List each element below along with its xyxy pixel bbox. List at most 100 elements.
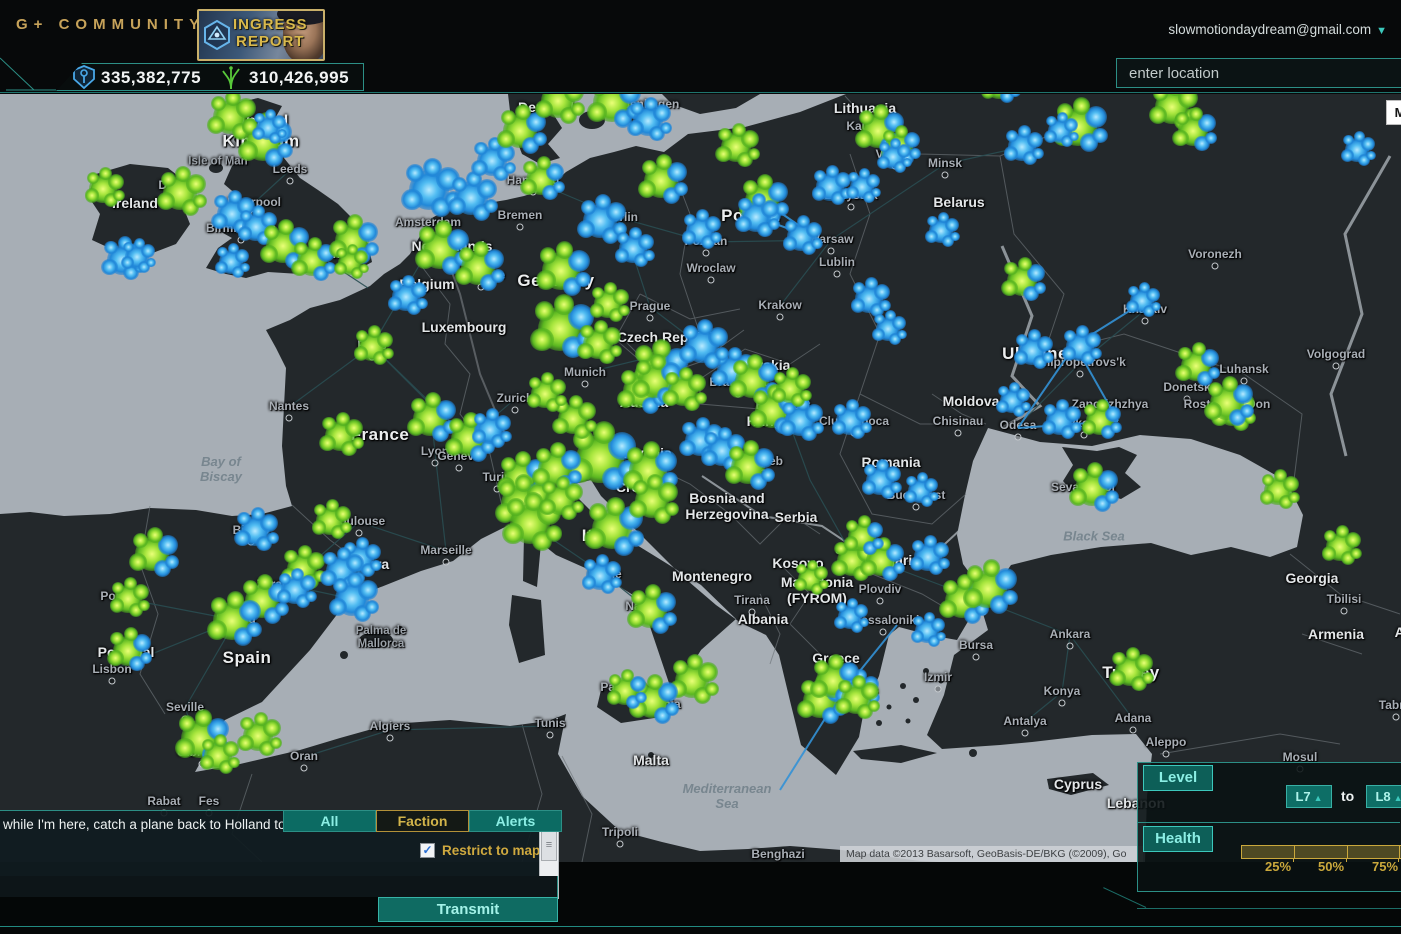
portal-splat [1009, 382, 1020, 393]
health-slider[interactable] [1241, 845, 1401, 859]
tab-faction[interactable]: Faction [376, 810, 469, 832]
portal-splat [435, 220, 453, 238]
portal-splat [938, 558, 949, 569]
portal-splat [865, 277, 878, 290]
portal-splat [354, 346, 368, 360]
portal-splat [530, 328, 553, 351]
portal-splat [862, 480, 876, 494]
portal-splat [507, 498, 525, 516]
portal-splat [696, 209, 709, 222]
portal-splat [996, 400, 1009, 413]
portal-splat [859, 110, 874, 125]
portal-splat [368, 325, 381, 338]
portal-splat [650, 354, 666, 370]
portal-splat [877, 156, 890, 169]
tab-alerts[interactable]: Alerts [469, 810, 562, 832]
portal-splat [872, 538, 883, 549]
portal-splat [546, 525, 563, 542]
portal-splat [1204, 402, 1222, 420]
portal-splat [501, 457, 516, 472]
portal-splat [370, 560, 381, 571]
portal-splat [539, 499, 555, 515]
portal-splat [175, 166, 191, 182]
map-type-button[interactable]: M [1386, 100, 1401, 125]
level-from-select[interactable]: L7▲ [1286, 785, 1332, 808]
comm-transmit-row: Transmit [0, 897, 558, 922]
portal-splat [885, 310, 896, 321]
slider-segment [1347, 846, 1348, 858]
portal-splat [631, 590, 646, 605]
portal-splat [110, 598, 124, 612]
portal-splat [500, 431, 511, 442]
portal-splat [607, 690, 621, 704]
portal-splat [729, 446, 744, 461]
portal-splat [628, 530, 645, 547]
portal-splat [589, 503, 607, 521]
portal-splat [718, 128, 732, 142]
scrollbar-thumb[interactable]: ≡ [541, 831, 557, 861]
portal-splat [786, 367, 799, 380]
portal-splat [541, 372, 554, 385]
portal-splat [643, 250, 654, 261]
level-to-select[interactable]: L8▲ [1366, 785, 1401, 808]
portal-splat [252, 205, 265, 218]
portal-splat [240, 263, 250, 273]
portal-splat [638, 180, 656, 198]
portal-splat [909, 148, 920, 159]
portal-splat [662, 390, 678, 406]
account-menu[interactable]: slowmotiondaydream@gmail.com▼ [1168, 22, 1387, 37]
portal-splat [237, 735, 253, 751]
portal-splat [1028, 329, 1041, 342]
portal-splat [211, 96, 226, 111]
portal-splat [687, 654, 703, 670]
health-filter-label: Health [1143, 826, 1213, 852]
portal-splat [904, 490, 917, 503]
portal-splat [501, 110, 516, 125]
portal-splat [207, 620, 227, 640]
portal-splat [1126, 647, 1140, 661]
portal-splat [555, 395, 566, 406]
portal-splat [580, 325, 594, 339]
portal-splat [1175, 112, 1189, 126]
portal-splat [1189, 107, 1203, 121]
portal-splat [1149, 106, 1167, 124]
portal-splat [810, 680, 828, 698]
portal-splat [523, 161, 537, 175]
search-input[interactable] [1116, 58, 1401, 88]
portal-splat [419, 226, 436, 243]
portal-splat [540, 247, 557, 264]
portal-splat [113, 190, 124, 201]
portal-splat [582, 575, 596, 589]
slider-segment [1399, 846, 1400, 858]
portal-splat [1172, 130, 1188, 146]
portal-splat [129, 553, 147, 571]
portal-splat [633, 480, 648, 495]
portal-splat [1142, 672, 1155, 685]
comm-input[interactable] [0, 876, 558, 897]
tab-all[interactable]: All [283, 810, 376, 832]
portal-splat [207, 116, 225, 134]
enlightened-score: 310,426,995 [249, 68, 349, 88]
portal-splat [474, 142, 488, 156]
intel-map[interactable]: United KingdomGermanyFranceSpainUkraineT… [0, 94, 1401, 862]
portal-splat [871, 188, 881, 198]
restrict-to-map-toggle[interactable]: ✓ Restrict to map [420, 843, 540, 858]
portal-splat [520, 179, 536, 195]
chevron-down-icon: ▼ [1376, 25, 1387, 37]
portal-splat [1073, 468, 1088, 483]
portal-splat [943, 580, 958, 595]
transmit-button[interactable]: Transmit [378, 897, 558, 922]
portal-splat [165, 555, 179, 569]
portal-splat [277, 143, 292, 158]
portal-splat [794, 578, 807, 591]
portal-splat [1274, 469, 1287, 482]
portal-splat [735, 216, 751, 232]
portal-splat [635, 692, 646, 703]
portal-splat [215, 261, 228, 274]
portal-splat [228, 757, 239, 768]
portal-splat [1096, 399, 1109, 412]
comm-panel: while I'm here, catch a plane back to Ho… [0, 810, 558, 920]
portal-splat [535, 100, 553, 118]
restrict-checkbox[interactable]: ✓ [420, 843, 435, 858]
portal-splat [1042, 420, 1056, 434]
